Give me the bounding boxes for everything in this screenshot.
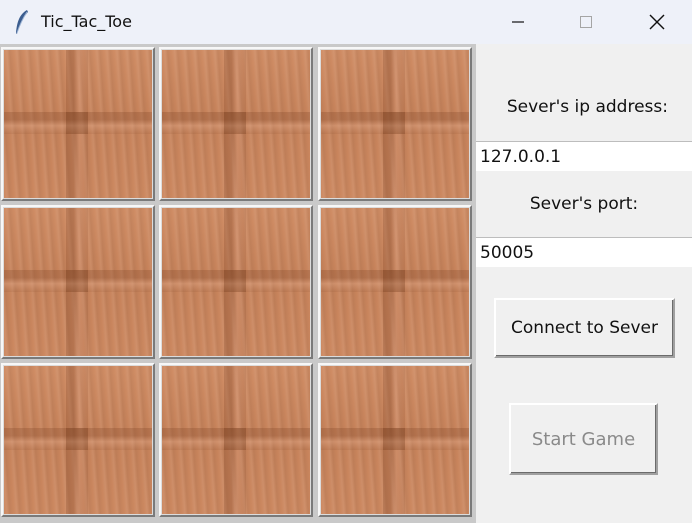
board-cell-2[interactable] <box>318 47 472 201</box>
feather-icon <box>16 10 28 34</box>
board-cell-6[interactable] <box>1 363 155 517</box>
board-cell-7[interactable] <box>159 363 313 517</box>
game-board <box>0 44 476 523</box>
minimize-icon <box>512 21 524 23</box>
wood-tile <box>162 208 310 356</box>
title-bar: Tic_Tac_Toe <box>0 0 692 44</box>
wood-tile <box>4 366 152 514</box>
start-game-button[interactable]: Start Game <box>509 403 658 475</box>
board-cell-1[interactable] <box>159 47 313 201</box>
close-button[interactable] <box>623 0 691 44</box>
port-label: Sever's port: <box>529 194 639 214</box>
board-cell-3[interactable] <box>1 205 155 359</box>
board-cell-4[interactable] <box>159 205 313 359</box>
maximize-button[interactable] <box>552 0 620 44</box>
wood-tile <box>321 50 469 198</box>
board-cell-5[interactable] <box>318 205 472 359</box>
wood-tile <box>162 366 310 514</box>
wood-tile <box>321 208 469 356</box>
wood-tile <box>4 50 152 198</box>
minimize-button[interactable] <box>484 0 552 44</box>
board-cell-0[interactable] <box>1 47 155 201</box>
ip-address-label: Sever's ip address: <box>506 97 668 117</box>
board-cell-8[interactable] <box>318 363 472 517</box>
ip-address-field[interactable] <box>476 141 692 171</box>
port-field[interactable] <box>476 237 692 267</box>
maximize-icon <box>580 16 592 28</box>
close-icon <box>649 14 665 30</box>
wood-tile <box>162 50 310 198</box>
wood-tile <box>4 208 152 356</box>
wood-tile <box>321 366 469 514</box>
connect-button[interactable]: Connect to Sever <box>494 298 675 358</box>
window-title: Tic_Tac_Toe <box>41 12 132 31</box>
connection-panel: Sever's ip address: Sever's port: Connec… <box>476 44 692 523</box>
